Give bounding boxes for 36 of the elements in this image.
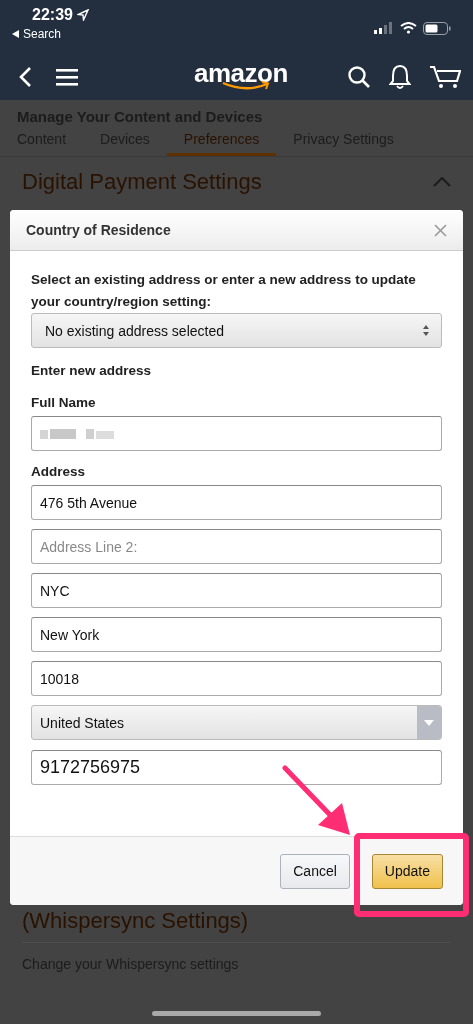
dropdown-arrows-icon [423, 325, 429, 336]
update-button[interactable]: Update [371, 853, 443, 889]
pointer-arrow [282, 765, 352, 837]
back-triangle-icon [12, 30, 19, 38]
phone-input[interactable]: 9172756975 [31, 750, 442, 785]
section-heading: (Whispersync Settings) [22, 908, 250, 934]
back-search-label: Search [23, 27, 62, 41]
wifi-icon [400, 22, 417, 34]
address-input[interactable]: Address Line 2: [31, 529, 442, 564]
section-heading: Digital Payment Settings [22, 169, 262, 195]
dialog-title: Country of Residence [26, 222, 171, 238]
address-input[interactable]: 476 5th Avenue [31, 485, 442, 520]
battery-icon [423, 21, 451, 35]
dialog-prompt: Select an existing address or enter a new address to update your country/region setting: [31, 271, 417, 311]
address-input[interactable]: NYC [31, 573, 442, 608]
clock-time: 22:39 [32, 6, 73, 24]
shopping-cart-icon[interactable] [429, 64, 461, 90]
field-label: Address [31, 463, 87, 481]
country-dropdown[interactable]: United States [31, 705, 442, 740]
search-icon[interactable] [347, 65, 371, 89]
address-input[interactable]: 10018 [31, 661, 442, 696]
back-chevron-icon[interactable] [18, 66, 32, 88]
close-icon[interactable] [434, 223, 447, 237]
notification-bell-icon[interactable] [389, 64, 411, 90]
cancel-button[interactable]: Cancel [280, 853, 350, 889]
menu-icon[interactable] [56, 68, 78, 86]
field-label: Full Name [31, 394, 97, 412]
full-name-field[interactable] [31, 416, 442, 451]
back-to-search-link[interactable]: Search [12, 27, 89, 41]
address-dropdown[interactable]: No existing address selected [31, 313, 442, 348]
location-arrow-icon [76, 9, 89, 21]
dropdown-arrow-icon [424, 719, 434, 726]
signal-icon [374, 22, 394, 34]
dialog-subheading: Enter new address [31, 362, 153, 380]
amazon-logo[interactable]: amazon [194, 60, 288, 94]
address-input[interactable]: New York [31, 617, 442, 652]
